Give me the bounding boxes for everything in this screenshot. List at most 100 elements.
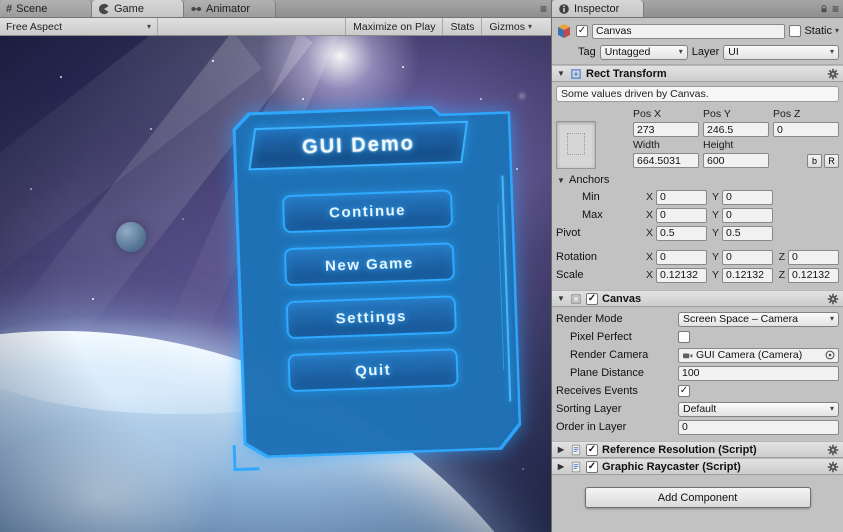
axis-x-label: X [645, 269, 653, 281]
tab-animator[interactable]: Animator [184, 0, 276, 17]
pos-z-field[interactable] [773, 122, 839, 137]
sorting-layer-dropdown[interactable]: Default ▾ [678, 401, 839, 417]
scale-y-field[interactable] [722, 267, 773, 283]
anchors-foldout[interactable]: ▼ Anchors [556, 173, 839, 187]
anchors-min-y-field[interactable] [722, 189, 773, 205]
settings-button[interactable]: Settings [285, 295, 457, 340]
anchor-preview[interactable] [556, 121, 596, 169]
canvas-component-title: Canvas [602, 292, 642, 305]
panel-corner-bracket [232, 444, 260, 472]
tab-inspector[interactable]: Inspector [552, 0, 644, 17]
render-mode-dropdown[interactable]: Screen Space – Camera ▾ [678, 311, 839, 327]
stats-button[interactable]: Stats [442, 18, 481, 35]
reference-resolution-header[interactable]: ▶ ✓ Reference Resolution (Script) [552, 441, 843, 458]
game-pane: # Scene Game Animator ≡ Free Aspect ▾ Ma… [0, 0, 551, 532]
component-menu-button[interactable] [827, 68, 839, 80]
receives-events-label: Receives Events [556, 385, 638, 397]
inspector-menu-icon[interactable]: ≡ [832, 2, 839, 16]
foldout-icon[interactable]: ▶ [556, 462, 566, 471]
pos-x-field[interactable] [633, 122, 699, 137]
reference-resolution-enabled-checkbox[interactable]: ✓ [586, 443, 598, 456]
check-icon: ✓ [577, 25, 587, 36]
plane-distance-row: Plane Distance [556, 365, 839, 381]
render-camera-object-field[interactable]: GUI Camera (Camera) [678, 347, 839, 363]
rotation-label: Rotation [556, 251, 597, 263]
canvas-enabled-checkbox[interactable]: ✓ [586, 292, 598, 305]
width-field[interactable] [633, 153, 699, 168]
tag-dropdown[interactable]: Untagged ▾ [599, 44, 688, 60]
gear-icon [827, 444, 839, 456]
pane-menu-icon[interactable]: ≡ [540, 2, 547, 16]
pos-x-label: Pos X [633, 108, 662, 120]
component-menu-button[interactable] [827, 444, 839, 456]
active-checkbox[interactable]: ✓ [576, 25, 588, 37]
object-picker-icon[interactable] [824, 349, 836, 361]
gameobject-cube-icon[interactable] [556, 23, 572, 39]
gameobject-name-field[interactable] [592, 23, 786, 39]
new-game-button[interactable]: New Game [283, 242, 456, 287]
scale-z-field[interactable] [788, 267, 839, 283]
axis-y-label: Y [711, 227, 719, 239]
pivot-y-field[interactable] [722, 225, 773, 241]
anchors-min-x-field[interactable] [656, 189, 707, 205]
lock-icon[interactable] [819, 4, 829, 14]
rotation-y-field[interactable] [722, 249, 773, 265]
left-tabbar: # Scene Game Animator ≡ [0, 0, 551, 18]
foldout-icon[interactable]: ▼ [556, 176, 566, 185]
anchors-max-y-field[interactable] [722, 207, 773, 223]
gizmos-dropdown[interactable]: Gizmos ▾ [481, 18, 539, 35]
anchors-min-row: Min X Y [556, 189, 839, 205]
aspect-dropdown-value: Free Aspect [6, 20, 63, 33]
static-checkbox[interactable] [789, 25, 802, 37]
rect-transform-header[interactable]: ▼ Rect Transform [552, 65, 843, 82]
check-icon: ✓ [679, 385, 689, 396]
render-camera-row: Render Camera GUI Camera (Camera) [556, 347, 839, 363]
maximize-on-play-button[interactable]: Maximize on Play [345, 18, 442, 35]
foldout-icon[interactable]: ▼ [556, 294, 566, 303]
axis-y-label: Y [711, 251, 719, 263]
graphic-raycaster-header[interactable]: ▶ ✓ Graphic Raycaster (Script) [552, 458, 843, 475]
blueprint-mode-button[interactable]: b [807, 153, 822, 168]
component-menu-button[interactable] [827, 461, 839, 473]
min-label: Min [582, 191, 600, 203]
size-labels-row: Width Height [633, 139, 839, 151]
check-icon: ✓ [587, 460, 597, 472]
pos-y-field[interactable] [703, 122, 769, 137]
foldout-icon[interactable]: ▼ [556, 69, 566, 78]
raw-edit-mode-button[interactable]: R [824, 153, 839, 168]
plane-distance-field[interactable] [678, 365, 839, 381]
continue-button[interactable]: Continue [281, 189, 454, 234]
scale-row: Scale X Y Z [556, 267, 839, 283]
tab-scene[interactable]: # Scene [0, 0, 92, 17]
pos-labels-row: Pos X Pos Y Pos Z [633, 108, 839, 120]
layer-label: Layer [691, 46, 720, 58]
driven-values-text: Some values driven by Canvas. [561, 88, 709, 100]
layer-dropdown[interactable]: UI ▾ [723, 44, 839, 60]
quit-button[interactable]: Quit [287, 348, 459, 393]
rect-transform-icon [570, 68, 582, 80]
add-component-button[interactable]: Add Component [584, 487, 811, 508]
axis-z-label: Z [778, 269, 785, 281]
scale-x-field[interactable] [656, 267, 707, 283]
tab-game[interactable]: Game [92, 0, 184, 17]
anchors-max-row: Max X Y [556, 207, 839, 223]
rotation-x-field[interactable] [656, 249, 707, 265]
rotation-z-field[interactable] [788, 249, 839, 265]
anchors-max-x-field[interactable] [656, 207, 707, 223]
order-in-layer-field[interactable] [678, 419, 839, 435]
graphic-raycaster-enabled-checkbox[interactable]: ✓ [586, 460, 598, 473]
axis-y-label: Y [711, 209, 719, 221]
receives-events-checkbox[interactable]: ✓ [678, 385, 690, 397]
pivot-x-field[interactable] [656, 225, 707, 241]
height-field[interactable] [703, 153, 769, 168]
aspect-dropdown[interactable]: Free Aspect ▾ [0, 18, 158, 35]
static-toggle[interactable]: Static ▾ [789, 25, 839, 37]
component-menu-button[interactable] [827, 293, 839, 305]
animator-icon [190, 3, 202, 15]
pixel-perfect-label: Pixel Perfect [570, 331, 632, 343]
canvas-component-header[interactable]: ▼ ✓ Canvas [552, 290, 843, 307]
rect-transform-grid: Pos X Pos Y Pos Z Width Height [556, 108, 839, 170]
add-component-area: Add Component [552, 475, 843, 520]
pixel-perfect-checkbox[interactable] [678, 331, 690, 343]
foldout-icon[interactable]: ▶ [556, 445, 566, 454]
